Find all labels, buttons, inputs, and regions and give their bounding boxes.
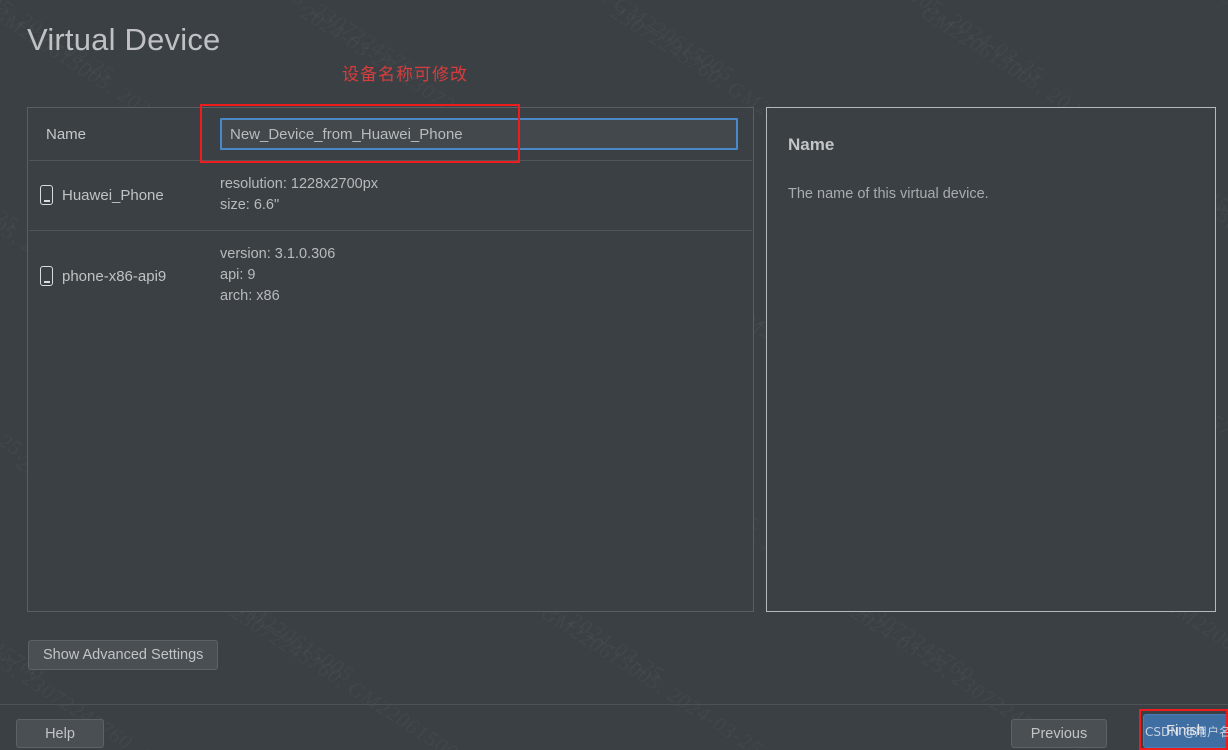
previous-button[interactable]: Previous bbox=[1011, 719, 1107, 748]
device-info-line: version: 3.1.0.306 bbox=[220, 246, 336, 262]
footer-divider bbox=[0, 704, 1228, 705]
name-column-label: Name bbox=[46, 125, 87, 143]
device-info-line: arch: x86 bbox=[220, 288, 280, 304]
detail-panel: Name The name of this virtual device. bbox=[766, 107, 1216, 612]
device-name-label: phone-x86-api9 bbox=[62, 267, 167, 285]
table-row[interactable]: phone-x86-api9 version: 3.1.0.306 api: 9… bbox=[28, 230, 753, 322]
detail-panel-description: The name of this virtual device. bbox=[788, 186, 989, 202]
row-divider bbox=[29, 160, 752, 161]
device-info-cell: resolution: 1228x2700px size: 6.6" bbox=[220, 172, 753, 216]
finish-button[interactable]: Finish bbox=[1143, 714, 1228, 748]
device-name-cell: Huawei_Phone bbox=[28, 172, 220, 218]
page-title: Virtual Device bbox=[27, 22, 221, 57]
watermark-text: 23072245760, GM220615005, 2024-03-25 bbox=[701, 0, 1048, 88]
phone-icon bbox=[40, 185, 53, 205]
watermark-text: 23072245760, GM220615005, 2024-03-25 bbox=[226, 600, 573, 750]
device-name-input[interactable] bbox=[220, 118, 738, 150]
name-row: Name bbox=[28, 108, 753, 160]
device-name-cell: phone-x86-api9 bbox=[28, 242, 220, 310]
device-info-line: size: 6.6" bbox=[220, 197, 280, 213]
device-name-label: Huawei_Phone bbox=[62, 186, 164, 204]
help-button[interactable]: Help bbox=[16, 719, 104, 748]
table-row[interactable]: Huawei_Phone resolution: 1228x2700px siz… bbox=[28, 160, 753, 230]
device-info-cell: version: 3.1.0.306 api: 9 arch: x86 bbox=[220, 242, 753, 307]
watermark-text: GM220615005, 2024-03-25, 23072245760 bbox=[536, 600, 883, 750]
device-info-line: resolution: 1228x2700px bbox=[220, 176, 379, 192]
show-advanced-settings-button[interactable]: Show Advanced Settings bbox=[28, 640, 219, 670]
watermark-text: GM220615005, 2024-03-25, 23072245760 bbox=[1011, 0, 1228, 88]
row-divider bbox=[29, 230, 752, 231]
watermark-text: 23072245760, GM220615005, 2024-03-25 bbox=[0, 0, 24, 238]
device-info-line: api: 9 bbox=[220, 267, 256, 283]
phone-icon bbox=[40, 266, 53, 286]
annotation-device-name-editable: 设备名称可修改 bbox=[342, 65, 468, 85]
detail-panel-title: Name bbox=[788, 135, 835, 154]
device-list-panel: Name Huawei_Phone resolution: 1228x2700p… bbox=[27, 107, 754, 612]
